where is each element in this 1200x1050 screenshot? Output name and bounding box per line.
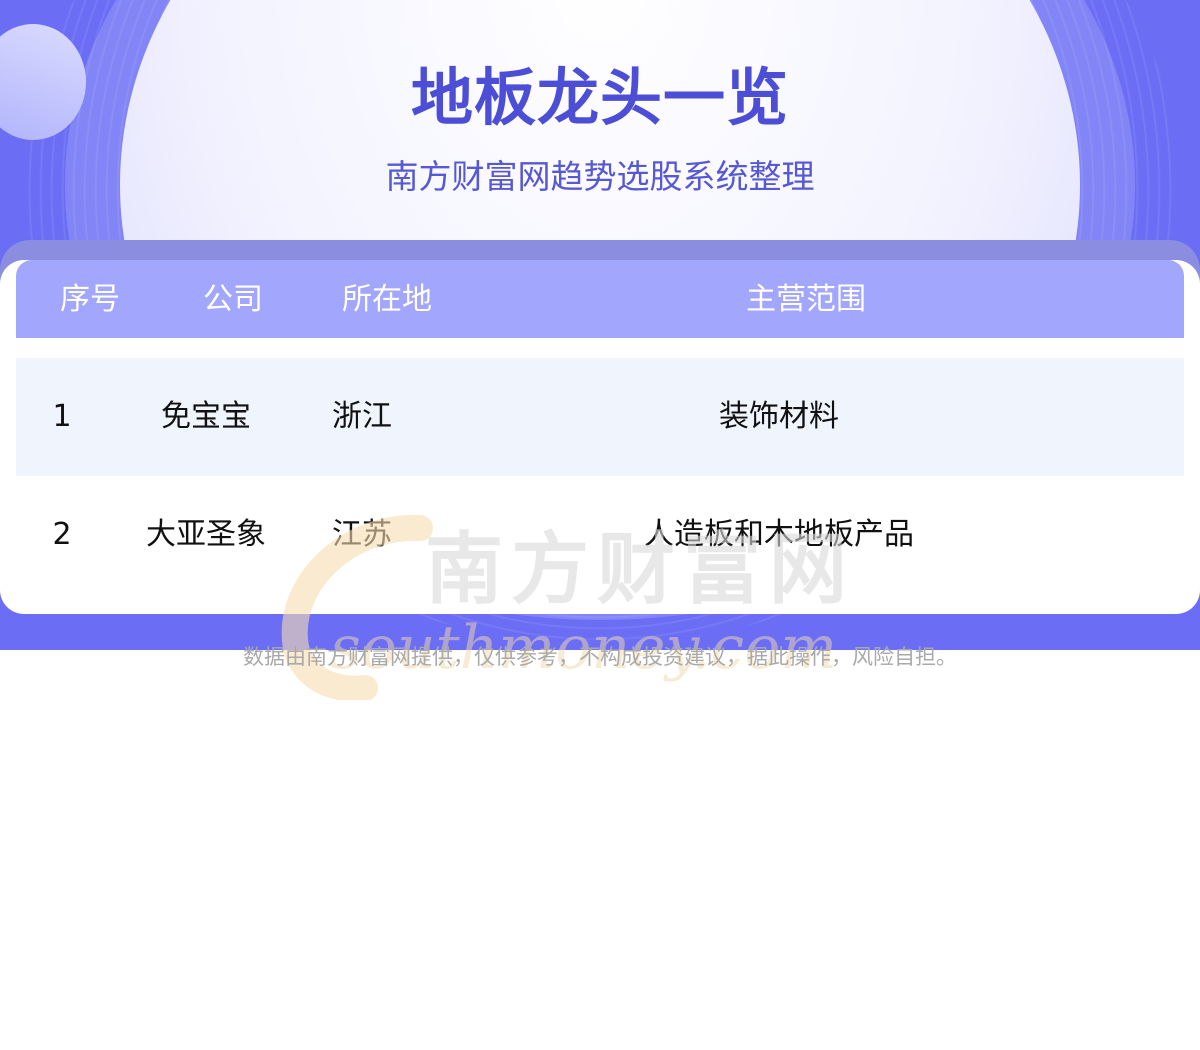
page-subtitle: 南方财富网趋势选股系统整理	[385, 157, 815, 196]
disclaimer-text: 数据由南方财富网提供，仅供参考，不构成投资建议，据此操作，风险自担。	[243, 645, 957, 669]
cell-location: 江苏	[332, 517, 392, 552]
table-row: 2 大亚圣象 江苏 人造板和木地板产品	[16, 476, 1184, 594]
cell-business: 装饰材料	[719, 399, 839, 434]
cell-index: 1	[52, 399, 72, 434]
cell-index: 2	[52, 517, 72, 552]
table-row: 1 免宝宝 浙江 装饰材料	[16, 358, 1184, 476]
column-header-business: 主营范围	[746, 282, 866, 317]
cell-business: 人造板和木地板产品	[644, 517, 914, 552]
cell-location: 浙江	[332, 399, 392, 434]
column-header-index: 序号	[60, 282, 120, 317]
cell-company: 大亚圣象	[146, 517, 266, 552]
table-header: 序号 公司 所在地 主营范围	[16, 260, 1184, 338]
cell-company: 免宝宝	[161, 399, 251, 434]
data-table: 序号 公司 所在地 主营范围 1 免宝宝 浙江 装饰材料 2 大亚圣象 江苏 人…	[0, 260, 1200, 614]
column-header-company: 公司	[203, 282, 263, 317]
page-title: 地板龙头一览	[410, 61, 789, 134]
column-header-location: 所在地	[342, 282, 432, 317]
